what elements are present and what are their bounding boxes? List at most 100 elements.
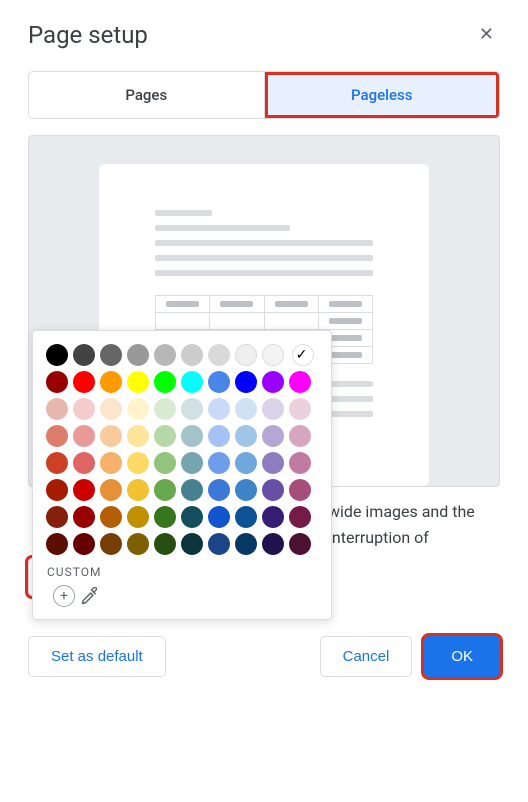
color-swatch[interactable] bbox=[259, 530, 286, 557]
color-swatch[interactable] bbox=[205, 395, 232, 422]
color-swatch[interactable] bbox=[43, 368, 70, 395]
color-swatch[interactable] bbox=[43, 449, 70, 476]
color-swatch[interactable] bbox=[259, 422, 286, 449]
color-swatch[interactable] bbox=[124, 530, 151, 557]
color-swatch[interactable] bbox=[205, 422, 232, 449]
color-swatch[interactable] bbox=[151, 476, 178, 503]
color-swatch[interactable] bbox=[232, 368, 259, 395]
plus-icon: + bbox=[53, 585, 75, 607]
color-swatch[interactable] bbox=[124, 422, 151, 449]
color-swatch[interactable] bbox=[205, 341, 232, 368]
color-swatch[interactable] bbox=[178, 530, 205, 557]
preview-line bbox=[155, 210, 212, 216]
color-swatch[interactable] bbox=[70, 422, 97, 449]
color-swatch[interactable] bbox=[151, 503, 178, 530]
color-swatch[interactable] bbox=[124, 395, 151, 422]
color-swatch[interactable] bbox=[232, 341, 259, 368]
add-custom-color-button[interactable]: + bbox=[53, 585, 75, 607]
color-swatch[interactable] bbox=[97, 503, 124, 530]
color-swatch[interactable] bbox=[70, 341, 97, 368]
color-swatch[interactable] bbox=[178, 503, 205, 530]
color-swatch[interactable] bbox=[259, 449, 286, 476]
color-swatch[interactable] bbox=[151, 395, 178, 422]
color-swatch[interactable] bbox=[286, 395, 313, 422]
color-swatch[interactable] bbox=[178, 422, 205, 449]
color-swatch[interactable] bbox=[205, 503, 232, 530]
preview-line bbox=[155, 225, 290, 231]
color-swatch[interactable] bbox=[151, 422, 178, 449]
color-swatch[interactable] bbox=[178, 395, 205, 422]
color-swatch[interactable] bbox=[124, 503, 151, 530]
set-as-default-button[interactable]: Set as default bbox=[28, 636, 166, 677]
color-swatch[interactable] bbox=[70, 368, 97, 395]
color-swatch[interactable] bbox=[178, 476, 205, 503]
color-swatch[interactable] bbox=[259, 503, 286, 530]
color-swatch[interactable] bbox=[286, 368, 313, 395]
color-swatch[interactable] bbox=[43, 341, 70, 368]
preview-line bbox=[155, 270, 373, 276]
custom-section-label: CUSTOM bbox=[43, 557, 321, 583]
custom-color-row: + bbox=[43, 583, 321, 609]
ok-button[interactable]: OK bbox=[424, 636, 500, 677]
color-swatch[interactable] bbox=[232, 422, 259, 449]
color-swatch[interactable] bbox=[205, 368, 232, 395]
color-swatch[interactable] bbox=[97, 395, 124, 422]
color-swatch[interactable] bbox=[205, 449, 232, 476]
color-swatch[interactable] bbox=[151, 449, 178, 476]
color-swatch[interactable] bbox=[286, 476, 313, 503]
color-swatch[interactable] bbox=[70, 449, 97, 476]
color-swatch[interactable] bbox=[286, 449, 313, 476]
color-swatch[interactable] bbox=[259, 476, 286, 503]
color-swatch[interactable] bbox=[232, 476, 259, 503]
color-swatch[interactable] bbox=[232, 530, 259, 557]
preview-line bbox=[155, 255, 373, 261]
color-swatch[interactable] bbox=[43, 422, 70, 449]
color-swatch[interactable] bbox=[70, 395, 97, 422]
color-swatch[interactable] bbox=[124, 341, 151, 368]
color-swatch[interactable] bbox=[97, 530, 124, 557]
close-icon[interactable]: ✕ bbox=[473, 18, 500, 51]
color-swatch[interactable] bbox=[70, 530, 97, 557]
dialog-actions: Set as default Cancel OK bbox=[28, 636, 500, 677]
color-swatch[interactable] bbox=[43, 395, 70, 422]
color-swatch[interactable] bbox=[232, 449, 259, 476]
color-swatch[interactable] bbox=[151, 368, 178, 395]
color-swatch[interactable] bbox=[151, 530, 178, 557]
color-swatch[interactable] bbox=[178, 449, 205, 476]
color-swatch[interactable] bbox=[286, 422, 313, 449]
color-swatch[interactable] bbox=[259, 341, 286, 368]
color-swatch[interactable] bbox=[232, 395, 259, 422]
color-swatch[interactable] bbox=[151, 341, 178, 368]
color-swatch[interactable] bbox=[178, 368, 205, 395]
color-swatch[interactable] bbox=[97, 368, 124, 395]
color-swatch[interactable] bbox=[232, 503, 259, 530]
eyedropper-icon bbox=[81, 587, 99, 605]
color-swatch[interactable] bbox=[124, 476, 151, 503]
tab-pages[interactable]: Pages bbox=[29, 72, 264, 118]
color-swatch[interactable] bbox=[286, 530, 313, 557]
dialog-title: Page setup bbox=[28, 21, 148, 49]
color-swatch[interactable] bbox=[97, 341, 124, 368]
color-swatch[interactable] bbox=[286, 503, 313, 530]
color-swatch[interactable] bbox=[286, 341, 313, 368]
color-swatch[interactable] bbox=[124, 368, 151, 395]
color-palette-grid bbox=[43, 341, 321, 557]
color-swatch[interactable] bbox=[205, 476, 232, 503]
color-swatch[interactable] bbox=[97, 449, 124, 476]
dialog-header: Page setup ✕ bbox=[28, 18, 500, 51]
color-swatch[interactable] bbox=[205, 530, 232, 557]
color-swatch[interactable] bbox=[178, 341, 205, 368]
color-swatch[interactable] bbox=[259, 395, 286, 422]
color-swatch[interactable] bbox=[43, 530, 70, 557]
color-swatch[interactable] bbox=[124, 449, 151, 476]
color-swatch[interactable] bbox=[70, 503, 97, 530]
color-swatch[interactable] bbox=[259, 368, 286, 395]
color-swatch[interactable] bbox=[97, 422, 124, 449]
eyedropper-button[interactable] bbox=[79, 587, 101, 605]
color-swatch[interactable] bbox=[70, 476, 97, 503]
tab-pageless[interactable]: Pageless bbox=[264, 72, 500, 118]
color-swatch[interactable] bbox=[43, 503, 70, 530]
color-swatch[interactable] bbox=[97, 476, 124, 503]
cancel-button[interactable]: Cancel bbox=[320, 636, 413, 677]
color-swatch[interactable] bbox=[43, 476, 70, 503]
